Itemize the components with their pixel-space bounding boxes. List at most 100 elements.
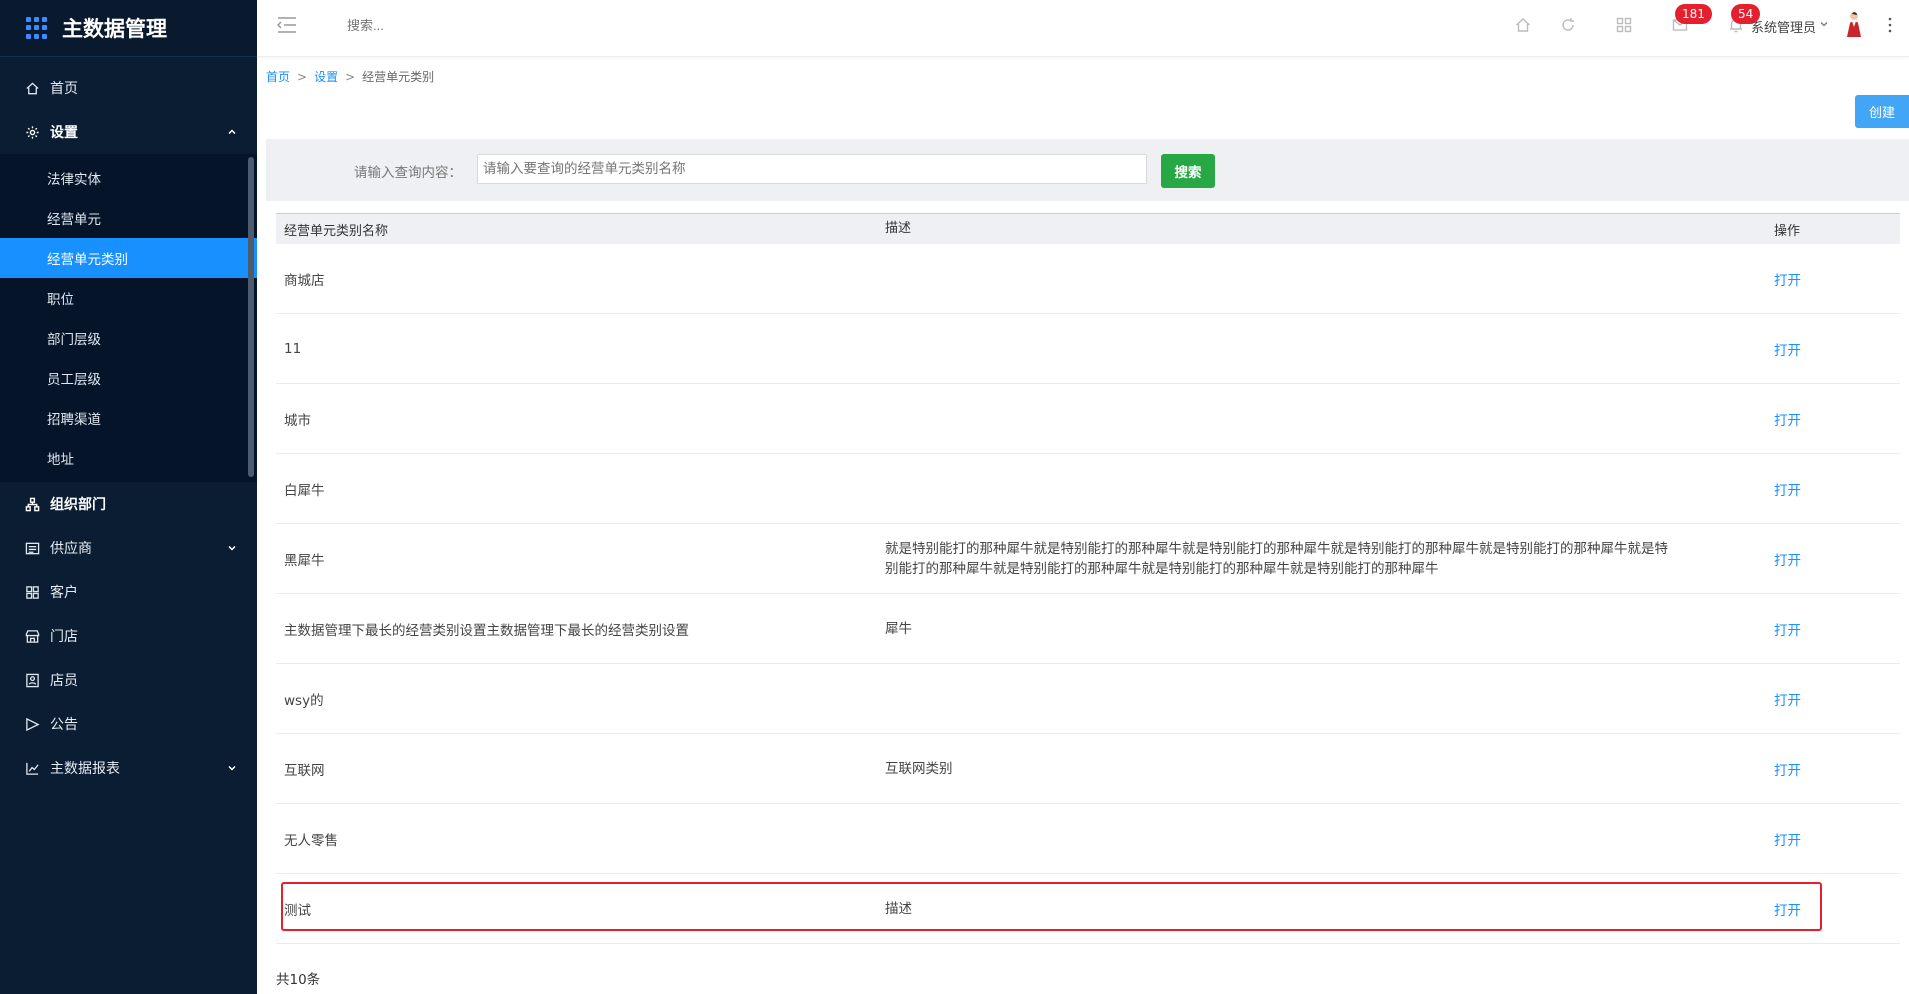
gear-icon [24, 124, 40, 140]
cell-name: 测试 [284, 902, 311, 919]
sidebar-item-home[interactable]: 首页 [0, 66, 257, 110]
sidebar-item-settings[interactable]: 设置 [0, 110, 257, 154]
bell-icon[interactable]: 54 [1727, 4, 1761, 34]
open-link[interactable]: 打开 [1774, 833, 1801, 849]
clerk-icon [24, 672, 40, 688]
chart-icon [24, 760, 40, 776]
sidebar-item-label: 公告 [50, 717, 78, 733]
cell-name: wsy的 [284, 692, 324, 709]
sidebar-item-label: 首页 [50, 81, 78, 97]
table-row: 黑犀牛 就是特别能打的那种犀牛就是特别能打的那种犀牛就是特别能打的那种犀牛就是特… [276, 524, 1900, 594]
sidebar-item-clerk[interactable]: 店员 [0, 658, 257, 702]
sidebar: 主数据管理 首页 设置 法律实体 经营单元 经营单元类别 职位 部门层级 员工层… [0, 0, 257, 994]
breadcrumb-settings[interactable]: 设置 [314, 70, 338, 84]
announcement-icon [24, 716, 40, 732]
table-row: 白犀牛 打开 [276, 454, 1900, 524]
app-title: 主数据管理 [62, 17, 167, 41]
menu-collapse-icon[interactable] [277, 16, 297, 34]
search-button[interactable]: 搜索 [1161, 154, 1215, 188]
open-link[interactable]: 打开 [1774, 623, 1801, 639]
sidebar-item-label: 组织部门 [50, 497, 106, 513]
sidebar-item-label: 供应商 [50, 541, 92, 557]
cell-name: 白犀牛 [284, 482, 325, 499]
search-panel: 请输入查询内容： 搜索 [266, 139, 1909, 201]
mail-icon[interactable]: 181 [1671, 4, 1712, 34]
sidebar-item-position[interactable]: 职位 [0, 278, 257, 318]
breadcrumb-home[interactable]: 首页 [266, 70, 290, 84]
sidebar-item-address[interactable]: 地址 [0, 438, 257, 478]
chevron-up-icon [228, 129, 236, 135]
sidebar-item-org-department[interactable]: 组织部门 [0, 482, 257, 526]
search-input[interactable] [477, 154, 1147, 184]
open-link[interactable]: 打开 [1774, 763, 1801, 779]
table-row: 无人零售 打开 [276, 804, 1900, 874]
sidebar-item-business-unit-category[interactable]: 经营单元类别 [0, 238, 257, 278]
open-link[interactable]: 打开 [1774, 413, 1801, 429]
sidebar-nav: 首页 设置 法律实体 经营单元 经营单元类别 职位 部门层级 员工层级 招聘渠道… [0, 57, 257, 790]
sidebar-item-recruit-channel[interactable]: 招聘渠道 [0, 398, 257, 438]
sidebar-item-employee-level[interactable]: 员工层级 [0, 358, 257, 398]
open-link[interactable]: 打开 [1774, 483, 1801, 499]
sidebar-item-label: 设置 [50, 125, 78, 141]
breadcrumb-separator: > [297, 70, 308, 84]
sidebar-scrollbar[interactable] [248, 157, 254, 477]
sidebar-item-label: 主数据报表 [50, 761, 120, 777]
open-link[interactable]: 打开 [1774, 273, 1801, 289]
sidebar-item-supplier[interactable]: 供应商 [0, 526, 257, 570]
open-link[interactable]: 打开 [1774, 903, 1801, 919]
refresh-icon[interactable] [1559, 16, 1577, 34]
sidebar-item-customer[interactable]: 客户 [0, 570, 257, 614]
open-link[interactable]: 打开 [1774, 553, 1801, 569]
table-row: 互联网 互联网类别 打开 [276, 734, 1900, 804]
chevron-down-icon[interactable] [1819, 19, 1829, 29]
cell-desc: 互联网类别 [885, 760, 953, 777]
open-link[interactable]: 打开 [1774, 693, 1801, 709]
chevron-down-icon [228, 765, 236, 771]
breadcrumb-current: 经营单元类别 [362, 70, 435, 84]
create-button[interactable]: 创建 [1855, 95, 1909, 128]
customer-icon [24, 584, 40, 600]
sidebar-item-store[interactable]: 门店 [0, 614, 257, 658]
cell-name: 城市 [284, 412, 311, 429]
cell-desc: 描述 [885, 900, 912, 917]
table-row: 商城店 打开 [276, 244, 1900, 314]
topbar: 181 54 系统管理员 [257, 0, 1909, 57]
search-label: 请输入查询内容： [354, 165, 462, 181]
breadcrumb: 首页 > 设置 > 经营单元类别 [266, 68, 434, 85]
total-count: 共10条 [276, 972, 321, 988]
cell-name: 商城店 [284, 272, 325, 289]
column-header-desc: 描述 [885, 221, 912, 236]
table-header: 经营单元类别名称 描述 操作 [276, 213, 1900, 244]
store-icon [24, 628, 40, 644]
open-link[interactable]: 打开 [1774, 343, 1801, 359]
cell-name: 11 [284, 340, 302, 357]
sidebar-item-label: 店员 [50, 673, 78, 689]
grid-icon[interactable] [1615, 16, 1633, 34]
home-icon[interactable] [1514, 16, 1532, 34]
sidebar-item-legal-entity[interactable]: 法律实体 [0, 158, 257, 198]
brand: 主数据管理 [0, 0, 257, 57]
user-name[interactable]: 系统管理员 [1751, 17, 1816, 36]
sidebar-item-announcement[interactable]: 公告 [0, 702, 257, 746]
sidebar-item-label: 客户 [50, 585, 78, 601]
avatar[interactable] [1843, 10, 1865, 38]
mail-badge: 181 [1675, 4, 1712, 24]
column-header-name: 经营单元类别名称 [284, 223, 389, 239]
settings-submenu: 法律实体 经营单元 经营单元类别 职位 部门层级 员工层级 招聘渠道 地址 [0, 154, 257, 482]
cell-desc: 犀牛 [885, 620, 912, 637]
sidebar-item-department-level[interactable]: 部门层级 [0, 318, 257, 358]
table-row: 测试 描述 打开 [276, 874, 1900, 944]
category-table: 经营单元类别名称 描述 操作 商城店 打开 11 打开 城市 打开 白犀牛 打开… [276, 213, 1900, 944]
apps-grid-icon[interactable] [26, 17, 48, 39]
global-search-input[interactable] [347, 18, 547, 33]
column-header-op: 操作 [1774, 223, 1801, 239]
breadcrumb-separator: > [345, 70, 356, 84]
sidebar-item-business-unit[interactable]: 经营单元 [0, 198, 257, 238]
table-row: 城市 打开 [276, 384, 1900, 454]
sidebar-item-report[interactable]: 主数据报表 [0, 746, 257, 790]
supplier-icon [24, 540, 40, 556]
cell-name: 黑犀牛 [284, 552, 325, 569]
cell-name: 主数据管理下最长的经营类别设置主数据管理下最长的经营类别设置 [284, 622, 689, 639]
more-vertical-icon[interactable] [1887, 16, 1893, 34]
sidebar-item-label: 门店 [50, 629, 78, 645]
